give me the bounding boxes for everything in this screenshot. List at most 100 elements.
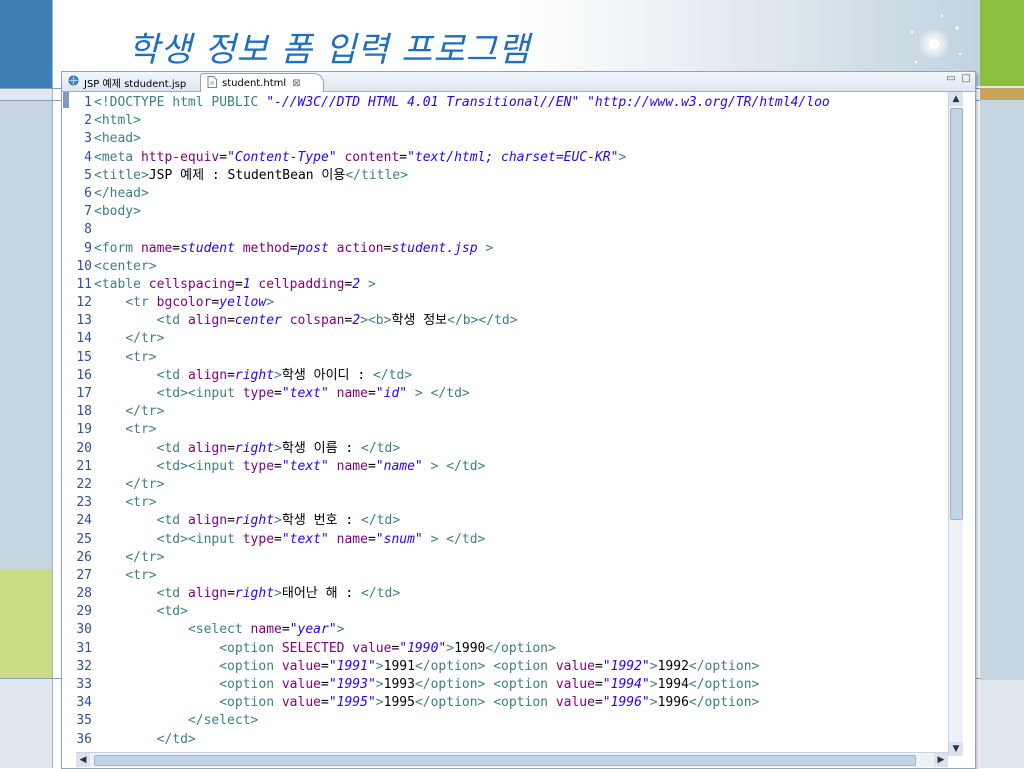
line-number: 24 (76, 513, 92, 529)
code-token: right (234, 513, 275, 529)
code-line[interactable]: 27 <tr> (76, 567, 948, 585)
code-line[interactable]: 9 <form name=student method=post action=s… (76, 240, 948, 258)
code-token: > (618, 149, 627, 165)
code-token: "text" (281, 458, 329, 474)
code-line[interactable]: 14 </tr> (76, 330, 948, 348)
code-token: type (242, 458, 275, 474)
code-token: 1994 (657, 677, 689, 692)
code-line[interactable]: 12 <tr bgcolor=yellow> (76, 294, 948, 312)
code-line[interactable]: 33 <option value="1993">1993</option> <o… (76, 676, 948, 694)
line-number: 21 (76, 458, 92, 474)
code-token: value (555, 677, 595, 692)
code-token: http-equiv (140, 149, 220, 165)
code-line[interactable]: 8 (76, 221, 948, 239)
code-line[interactable]: 26 </tr> (76, 549, 948, 567)
code-line[interactable]: 6 </head> (76, 185, 948, 203)
code-token: 1995 (383, 695, 415, 711)
code-token: name (336, 386, 368, 401)
code-line[interactable]: 30 <select name="year"> (76, 621, 948, 639)
code-line[interactable]: 36 </td> (76, 731, 948, 748)
code-token: </option> <option (414, 695, 556, 711)
code-token: </head> (94, 185, 149, 201)
code-token: ><b> (360, 313, 392, 329)
code-line[interactable]: 34 <option value="1995">1995</option> <o… (76, 694, 948, 712)
code-line[interactable]: 7 <body> (76, 203, 948, 221)
code-token: <option (219, 640, 282, 656)
code-token: name (336, 458, 368, 474)
code-token: value (281, 658, 321, 674)
window-controls: ▭ □ (946, 73, 971, 84)
code-token: = (594, 677, 603, 692)
code-token: = (367, 458, 376, 474)
code-line[interactable]: 18 </tr> (76, 403, 948, 421)
code-line[interactable]: 4 <meta http-equiv="Content-Type" content… (76, 149, 948, 167)
code-token: 1990 (454, 640, 486, 656)
code-line[interactable]: 29 <td> (76, 603, 948, 621)
scroll-right-icon[interactable]: ▶ (934, 753, 948, 767)
code-token: "-//W3C//DTD HTML 4.01 Transitional//EN"… (266, 95, 830, 110)
maximize-icon[interactable]: □ (962, 73, 971, 84)
scroll-left-icon[interactable]: ◀ (76, 753, 90, 767)
code-line[interactable]: 15 <tr> (76, 349, 948, 367)
vertical-scroll-thumb[interactable] (950, 108, 963, 520)
code-line[interactable]: 19 <tr> (76, 421, 948, 439)
code-token: = (227, 440, 235, 456)
code-line[interactable]: 25 <td><input type="text" name="snum" > … (76, 531, 948, 549)
code-token: 학생 아이디 : (281, 367, 373, 383)
code-line[interactable]: 1 <!DOCTYPE html PUBLIC "-//W3C//DTD HTML… (76, 94, 948, 112)
code-token: value (281, 677, 321, 692)
slide-left-green-block (0, 570, 52, 678)
vertical-scrollbar[interactable]: ▲ ▼ (948, 92, 963, 756)
code-line[interactable]: 3 <head> (76, 130, 948, 148)
code-line[interactable]: 2 <html> (76, 112, 948, 130)
code-token: colspan (289, 313, 345, 329)
code-token: > (477, 240, 494, 256)
line-number: 15 (76, 349, 92, 365)
code-token: align (187, 513, 228, 529)
code-line[interactable]: 11 <table cellspacing=1 cellpadding=2 > (76, 276, 948, 294)
tab-jsp-example[interactable]: JSP 예제 stdudent.jsp (62, 73, 206, 91)
tab-label: JSP 예제 stdudent.jsp (84, 78, 187, 90)
horizontal-scrollbar[interactable]: ◀ ▶ (76, 752, 948, 767)
code-line[interactable]: 5 <title>JSP 예제 : StudentBean 이용</title> (76, 167, 948, 185)
code-line[interactable]: 28 <td align=right>태어난 해 : </td> (76, 585, 948, 603)
line-number: 2 (84, 113, 92, 129)
code-token: > (649, 677, 658, 692)
close-tab-icon[interactable]: ⊠ (292, 78, 300, 89)
line-number: 29 (76, 604, 92, 620)
code-token: <tr> (125, 567, 157, 583)
code-token: "1990" (399, 640, 447, 656)
code-token: = (274, 458, 282, 474)
code-line[interactable]: 10 <center> (76, 258, 948, 276)
code-line[interactable]: 24 <td align=right>학생 번호 : </td> (76, 512, 948, 530)
line-number: 17 (76, 386, 92, 401)
code-line[interactable]: 35 </select> (76, 712, 948, 730)
minimize-icon[interactable]: ▭ (946, 73, 955, 84)
code-token: <td> (156, 604, 188, 620)
code-token: </td> (361, 586, 401, 602)
code-line[interactable]: 21 <td><input type="text" name="name" > … (76, 458, 948, 476)
code-line[interactable]: 13 <td align=center colspan=2><b>학생 정보</… (76, 312, 948, 330)
horizontal-scroll-thumb[interactable] (94, 755, 916, 766)
scroll-down-icon[interactable]: ▼ (949, 742, 963, 756)
code-line[interactable]: 31 <option SELECTED value="1990">1990</o… (76, 640, 948, 658)
code-line[interactable]: 22 </tr> (76, 476, 948, 494)
code-line[interactable]: 17 <td><input type="text" name="id" > </… (76, 385, 948, 403)
source-code-area[interactable]: 1 <!DOCTYPE html PUBLIC "-//W3C//DTD HTML… (76, 94, 948, 748)
code-line[interactable]: 16 <td align=right>학생 아이디 : </td> (76, 367, 948, 385)
code-token: <form (94, 240, 141, 256)
code-token: 1992 (657, 658, 689, 674)
tab-student-html[interactable]: student.html ⊠ (200, 73, 324, 92)
code-line[interactable]: 32 <option value="1991">1991</option> <o… (76, 658, 948, 676)
code-token: <head> (94, 131, 141, 147)
code-line[interactable]: 20 <td align=right>학생 이름 : </td> (76, 440, 948, 458)
scroll-up-icon[interactable]: ▲ (949, 92, 963, 106)
line-number: 14 (76, 331, 92, 347)
code-line[interactable]: 23 <tr> (76, 494, 948, 512)
